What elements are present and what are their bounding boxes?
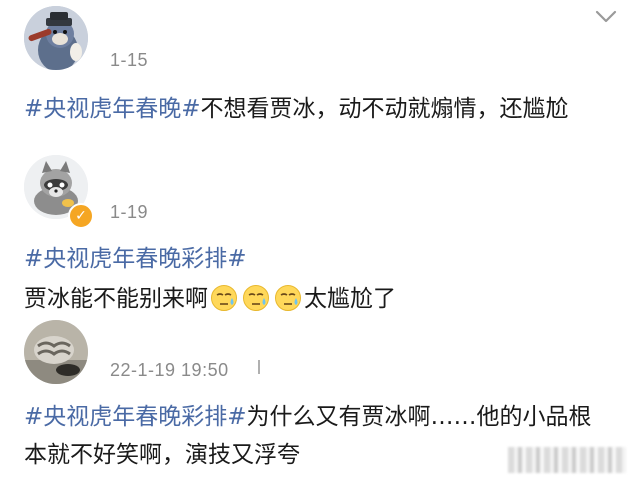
watermark (508, 447, 626, 473)
comment-date: 22-1-19 19:50 (110, 360, 229, 380)
sweat-face-emoji (211, 285, 237, 311)
sweat-face-emoji (243, 285, 269, 311)
sweat-face-emoji (275, 285, 301, 311)
comment-text-line2: 贾冰能不能别来啊 太尴尬了 (24, 280, 610, 318)
comment-body-end: 太尴尬了 (304, 286, 396, 312)
comment-text: #央视虎年春晚#不想看贾冰，动不动就煽情，还尴尬 (24, 90, 610, 128)
comment-body: 贾冰能不能别来啊 (24, 286, 208, 312)
verified-badge: ✓ (68, 203, 94, 229)
hashtag-link[interactable]: #央视虎年春晚# (24, 96, 201, 122)
check-icon: ✓ (75, 208, 87, 224)
divider (258, 360, 260, 374)
comment-date: 1-15 (110, 50, 149, 70)
hashtag-link[interactable]: #央视虎年春晚彩排# (24, 246, 247, 272)
hashtag-link[interactable]: #央视虎年春晚彩排# (24, 404, 247, 430)
comment-date: 1-19 (110, 202, 149, 222)
comment-body: 不想看贾冰，动不动就煽情，还尴尬 (200, 96, 569, 122)
chevron-down-icon[interactable] (594, 8, 618, 26)
cat-photo-avatar[interactable] (24, 320, 88, 384)
cat-avatar[interactable] (24, 6, 88, 70)
comment-text: #央视虎年春晚彩排# (24, 240, 610, 278)
